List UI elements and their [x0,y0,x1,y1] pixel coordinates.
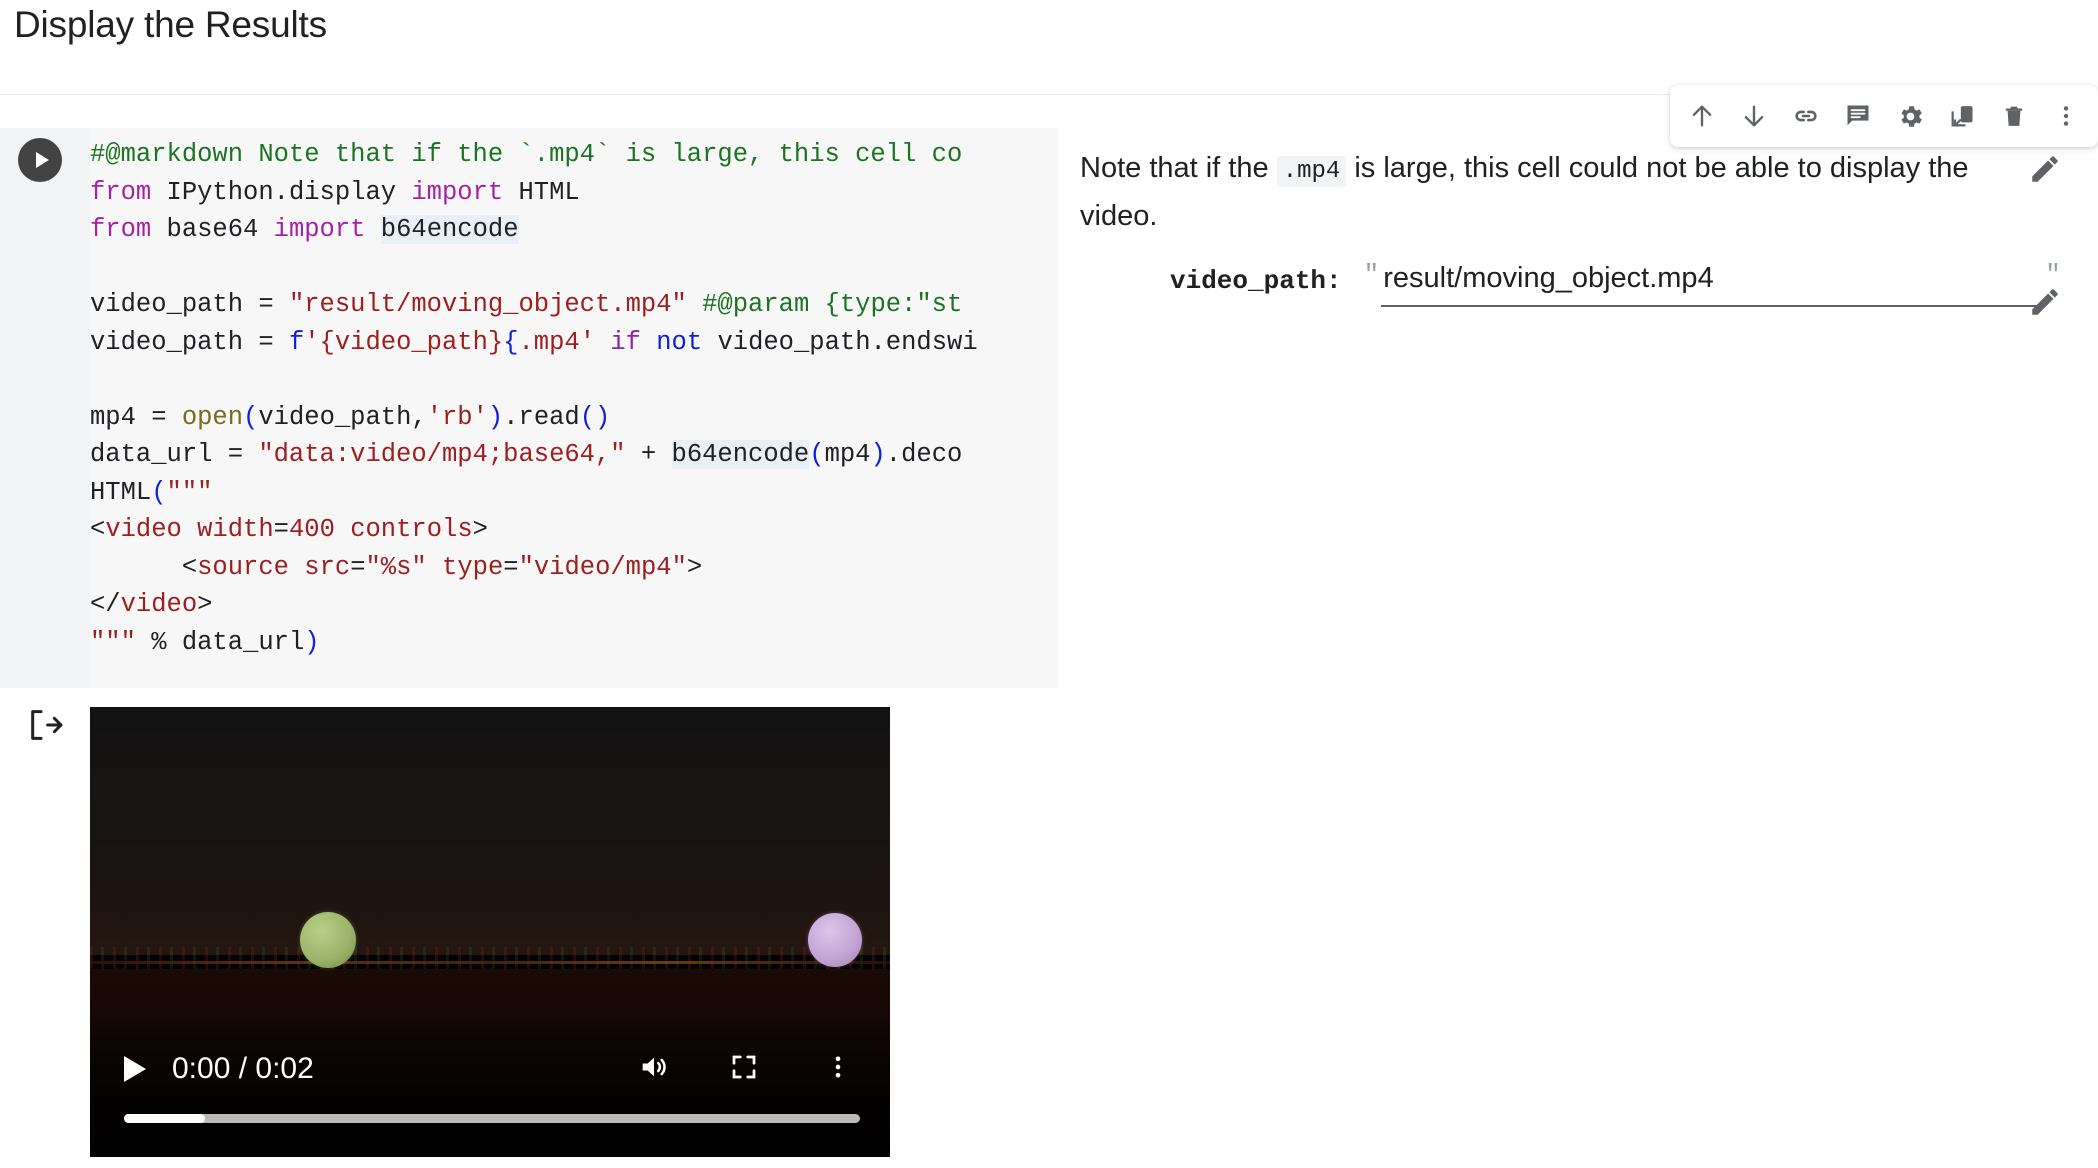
form-panel: Note that if the .mp4 is large, this cel… [1058,128,2098,688]
video-controls-bar: 0:00 / 0:02 [90,1007,890,1157]
code-line: #@markdown Note that if the `.mp4` is la… [90,140,963,169]
fullscreen-icon [729,1052,759,1087]
code-line: </video> [90,590,213,619]
play-icon [35,152,49,168]
code-line: """ % data_url) [90,627,320,657]
page-title: Display the Results [14,4,327,45]
cell-toolbar [1670,85,2098,147]
cell-output: 0:00 / 0:02 [0,690,2098,1168]
open-in-new-icon [1948,102,1976,130]
output-video-player[interactable]: 0:00 / 0:02 [90,707,890,1157]
arrow-down-icon [1740,102,1768,130]
code-line: from base64 import b64encode [90,215,519,244]
video-object-green [300,912,356,968]
comment-icon [1844,102,1872,130]
video-path-field-row: video_path: " " [1080,258,2080,307]
edit-field-button[interactable] [2024,283,2066,325]
code-line: HTML(""" [90,477,213,507]
video-object-purple [808,913,862,967]
more-cell-actions-button[interactable] [2040,90,2092,142]
video-path-label: video_path: [1170,266,1342,296]
link-icon [1792,102,1820,130]
note-inline-code: .mp4 [1276,156,1347,187]
video-controls-row: 0:00 / 0:02 [90,1045,890,1093]
output-arrow-icon [26,705,66,745]
video-time-display: 0:00 / 0:02 [172,1052,314,1085]
code-editor[interactable]: #@markdown Note that if the `.mp4` is la… [90,128,1058,688]
run-cell-button[interactable] [18,138,62,182]
pencil-icon [2028,285,2062,324]
video-progress-bar[interactable] [124,1114,860,1123]
add-comment-button[interactable] [1832,90,1884,142]
arrow-up-icon [1688,102,1716,130]
video-fullscreen-button[interactable] [722,1047,766,1091]
code-line: video_path = f'{video_path}{.mp4' if not… [90,327,978,357]
copy-link-to-cell-button[interactable] [1780,90,1832,142]
code-line: data_url = "data:video/mp4;base64," + b6… [90,440,963,469]
video-frame-horizon [90,961,890,964]
gear-icon [1896,102,1925,131]
move-cell-up-button[interactable] [1676,90,1728,142]
pencil-icon [2028,152,2062,191]
video-more-options-button[interactable] [816,1047,860,1091]
code-line: mp4 = open(video_path,'rb').read() [90,402,611,432]
colab-notebook-page: Display the Results #@markdown Note that… [0,0,2098,1168]
trash-icon [2000,102,2028,130]
mirror-cell-in-tab-button[interactable] [1936,90,1988,142]
code-line: <source src="%s" type="video/mp4"> [90,552,703,582]
code-line: video_path = "result/moving_object.mp4" … [90,290,963,319]
code-line: <video width=400 controls> [90,515,488,544]
cell-settings-button[interactable] [1884,90,1936,142]
more-vert-icon [824,1053,852,1086]
more-vert-icon [2053,103,2079,129]
delete-cell-button[interactable] [1988,90,2040,142]
volume-up-icon [637,1050,671,1089]
code-line: from IPython.display import HTML [90,177,580,207]
code-text: #@markdown Note that if the `.mp4` is la… [90,136,978,661]
quote-open: " [1363,260,1380,290]
note-text-before: Note that if the [1080,152,1269,184]
edit-markdown-button[interactable] [2024,150,2066,192]
move-cell-down-button[interactable] [1728,90,1780,142]
form-description: Note that if the .mp4 is large, this cel… [1080,146,2020,239]
video-volume-button[interactable] [632,1047,676,1091]
video-progress-fill [124,1114,205,1123]
video-path-input[interactable] [1381,258,2040,307]
cell-gutter [0,128,90,688]
video-play-button[interactable] [124,1056,146,1082]
video-frame-sky [90,707,890,955]
